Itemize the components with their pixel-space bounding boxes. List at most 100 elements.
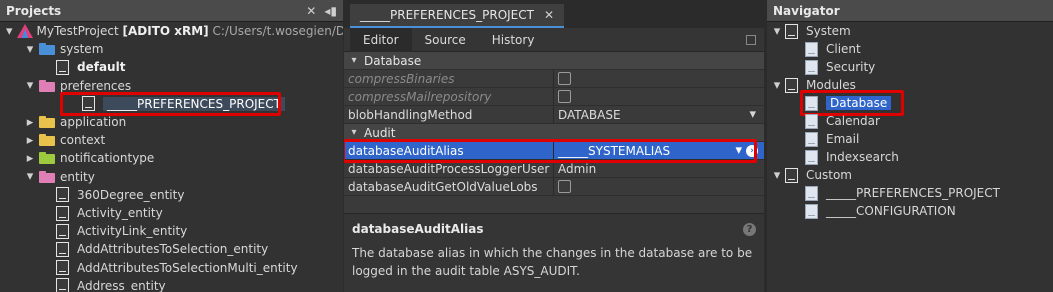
tree-item[interactable]: ActivityLink_entity [0, 222, 343, 240]
help-title: databaseAuditAlias [352, 222, 484, 236]
tree-item[interactable]: Address_entity [0, 277, 343, 292]
tree-item[interactable]: _____PREFERENCES_PROJECT [0, 91, 343, 116]
navigator-item[interactable]: ▾ System [767, 22, 1053, 40]
property-value[interactable] [554, 178, 764, 195]
document-icon [785, 167, 798, 183]
tree-item[interactable]: ▸ application [0, 113, 343, 131]
tab-source[interactable]: Source [412, 28, 479, 52]
close-icon[interactable]: ✕ [544, 8, 554, 22]
help-text: The database alias in which the changes … [352, 246, 753, 278]
property-sheet: ▾ Database compressBinaries compressMailrep… [344, 52, 764, 196]
folder-icon [39, 170, 55, 183]
editor-subtabs: Editor Source History [344, 27, 764, 52]
navigator-item[interactable]: ▾ Custom [767, 166, 1053, 184]
document-icon [56, 241, 69, 257]
tree-item[interactable]: ▾ entity [0, 168, 343, 186]
chevron-down-icon[interactable]: ▾ [348, 55, 360, 66]
tree-item-label: notificationtype [60, 151, 155, 166]
close-icon[interactable]: ✕ [306, 4, 316, 18]
navigator-item[interactable]: _____PREFERENCES_PROJECT [767, 184, 1053, 202]
navigator-item-label: Security [826, 60, 876, 74]
property-row[interactable]: blobHandlingMethod DATABASE ▾ [344, 106, 764, 124]
tab-editor[interactable]: Editor [350, 27, 412, 52]
tree-item[interactable]: ▸ notificationtype [0, 149, 343, 167]
property-value[interactable]: Admin [554, 160, 764, 177]
chevron-down-icon[interactable]: ▾ [749, 107, 756, 122]
help-icon[interactable]: ? [743, 222, 756, 236]
tree-item[interactable]: Activity_entity [0, 204, 343, 222]
navigator-item-label: Indexsearch [826, 150, 899, 164]
editor-tab-strip: _____PREFERENCES_PROJECT ✕ [344, 0, 764, 28]
minimize-panel-icon[interactable]: ◂▮ [324, 4, 337, 18]
tab-preferences-project[interactable]: _____PREFERENCES_PROJECT ✕ [350, 4, 565, 28]
chevron-down-icon[interactable]: ▾ [771, 78, 783, 93]
adito-logo-icon [16, 24, 33, 38]
navigator-panel-title: Navigator [773, 3, 840, 18]
chevron-right-icon[interactable]: ▸ [24, 151, 36, 166]
tree-item-label: default [77, 60, 126, 75]
property-value[interactable] [554, 70, 764, 87]
checkbox[interactable] [558, 90, 571, 103]
tree-item[interactable]: ▸ context [0, 131, 343, 149]
navigator-item[interactable]: Security [767, 58, 1053, 76]
navigator-item[interactable]: Calendar [767, 112, 1053, 130]
property-row[interactable]: compressMailrepository [344, 88, 764, 106]
tree-item-label: 360Degree_entity [77, 187, 185, 202]
tree-item[interactable]: ▾ MyTestProject [ADITO xRM] C:/Users/t.wo… [0, 22, 343, 40]
chevron-down-icon[interactable]: ▾ [24, 78, 36, 93]
document-icon [56, 187, 69, 203]
chevron-down-icon[interactable]: ▾ [6, 24, 13, 39]
chevron-down-icon[interactable]: ▾ [771, 168, 783, 183]
checkbox[interactable] [558, 180, 571, 193]
tree-item-label: AddAttributesToSelection_entity [77, 242, 269, 257]
tree-item-label: application [60, 115, 127, 129]
property-row[interactable]: databaseAuditGetOldValueLobs [344, 178, 764, 196]
tree-item-label: system [60, 42, 104, 57]
tree-item-label: context [60, 133, 106, 148]
navigator-item-label: _____CONFIGURATION [826, 204, 956, 218]
property-value-text: DATABASE [558, 107, 621, 122]
property-row[interactable]: databaseAuditAlias _____SYSTEMALIAS ▾ › [344, 139, 764, 163]
tree-item[interactable]: 360Degree_entity [0, 186, 343, 204]
navigator-item[interactable]: Indexsearch [767, 148, 1053, 166]
document-icon [785, 77, 798, 93]
navigator-item[interactable]: Email [767, 130, 1053, 148]
checkbox[interactable] [558, 72, 571, 85]
document-icon [56, 59, 69, 75]
property-value-text: Admin [558, 161, 597, 176]
navigator-item[interactable]: Client [767, 40, 1053, 58]
tab-history[interactable]: History [479, 28, 548, 52]
folder-icon [39, 152, 55, 165]
tree-item-label: Address_entity [77, 278, 166, 292]
navigator-item-label: Email [826, 132, 860, 146]
document-icon [56, 260, 69, 276]
chevron-down-icon[interactable]: ▾ [771, 24, 783, 39]
projects-panel: Projects ✕ ◂▮ ▾ MyTestProject [ADITO xRM]… [0, 0, 343, 292]
category-label: Audit [364, 125, 396, 140]
document-icon [805, 113, 818, 129]
navigator-item[interactable]: Database [767, 90, 1053, 116]
tree-item[interactable]: default [0, 58, 343, 76]
editor-panel: _____PREFERENCES_PROJECT ✕ Editor Source… [344, 0, 764, 292]
tree-item-label-part: [ADITO xRM] [122, 24, 209, 38]
property-row[interactable]: compressBinaries [344, 70, 764, 88]
navigator-item[interactable]: _____CONFIGURATION [767, 202, 1053, 220]
tree-item[interactable]: ▾ system [0, 40, 343, 58]
tree-item[interactable]: AddAttributesToSelectionMulti_entity [0, 259, 343, 277]
tree-item-label-part: MyTestProject [36, 24, 123, 38]
chevron-down-icon[interactable]: ▾ [24, 42, 36, 57]
folder-icon [39, 43, 55, 56]
chevron-right-icon[interactable]: ▸ [24, 133, 36, 148]
chevron-down-icon[interactable]: ▾ [348, 127, 360, 138]
chevron-right-icon[interactable]: ▸ [24, 115, 36, 130]
chevron-down-icon[interactable]: ▾ [24, 169, 36, 184]
property-value[interactable] [554, 88, 764, 105]
category-database[interactable]: ▾ Database [344, 52, 764, 70]
property-value[interactable]: DATABASE ▾ [554, 106, 764, 123]
navigator-panel: Navigator ▾ System Client Security ▾ Modules D… [767, 0, 1053, 292]
tree-item[interactable]: AddAttributesToSelection_entity [0, 240, 343, 258]
navigator-tree: ▾ System Client Security ▾ Modules Database Cal… [767, 22, 1053, 219]
maximize-icon[interactable] [746, 34, 756, 45]
projects-panel-title: Projects [6, 3, 62, 18]
navigator-item-label: Client [826, 42, 861, 56]
